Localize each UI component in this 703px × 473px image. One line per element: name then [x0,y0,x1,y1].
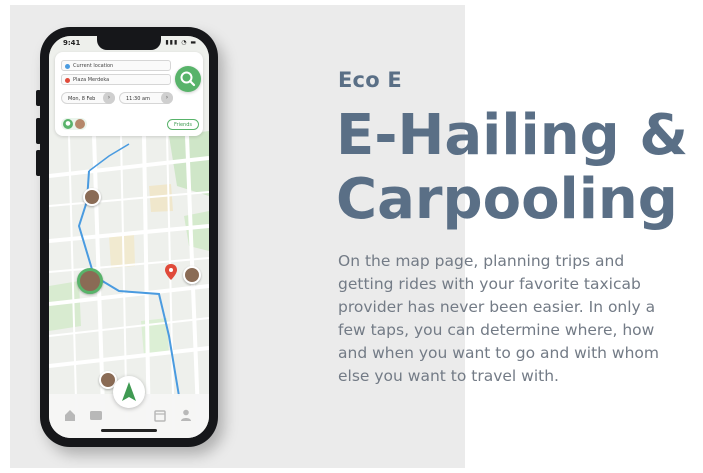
destination-field-text: Plaza Merdeka [73,77,110,83]
destination-field[interactable]: Plaza Merdeka [61,74,171,85]
title-line-1: E-Hailing & [336,103,689,168]
home-indicator [101,429,157,432]
navigate-button[interactable] [113,376,145,408]
slide: 9:41 ▮▮▮ ◔ ▬ Current location Plaza Merd… [0,0,703,473]
origin-field-text: Current location [73,63,114,69]
people-icon: ● [63,119,73,129]
navigation-arrow-icon [122,382,136,401]
search-button[interactable] [175,66,201,92]
passengers-chip[interactable]: ● [61,118,87,130]
phone-notch [97,36,161,50]
rider-avatar-pin[interactable] [83,188,101,206]
date-selector-label: Mon, 8 Feb [68,96,96,102]
selected-rider-avatar-pin[interactable] [77,268,103,294]
time-selector-label: 11:30 am [126,96,150,102]
status-bar-icons: ▮▮▮ ◔ ▬ [165,39,197,46]
calendar-icon[interactable] [153,408,167,422]
chevron-right-icon: › [161,92,173,104]
avatar [75,119,85,129]
chevron-right-icon: › [103,92,115,104]
rider-avatar-pin[interactable] [183,266,201,284]
status-bar-time: 9:41 [63,39,81,47]
description-text: On the map page, planning trips and gett… [338,252,660,385]
destination-dot-icon [65,78,70,83]
phone-mockup: 9:41 ▮▮▮ ◔ ▬ Current location Plaza Merd… [40,27,218,447]
phone-screen: 9:41 ▮▮▮ ◔ ▬ Current location Plaza Merd… [49,36,209,438]
date-selector[interactable]: Mon, 8 Feb › [61,92,115,104]
media-icon[interactable] [89,408,103,422]
title-line-2: Carpooling [336,167,678,232]
origin-dot-icon [65,64,70,69]
time-selector[interactable]: 11:30 am › [119,92,173,104]
origin-field[interactable]: Current location [61,60,171,71]
home-icon[interactable] [63,408,77,422]
search-icon [180,71,196,87]
trip-planner-panel: Current location Plaza Merdeka Mon, 8 Fe… [55,52,203,136]
profile-icon[interactable] [179,408,193,422]
page-title: E-Hailing & Carpooling [336,104,696,232]
product-name: Eco E [338,68,402,92]
friends-button[interactable]: Friends [167,119,199,130]
